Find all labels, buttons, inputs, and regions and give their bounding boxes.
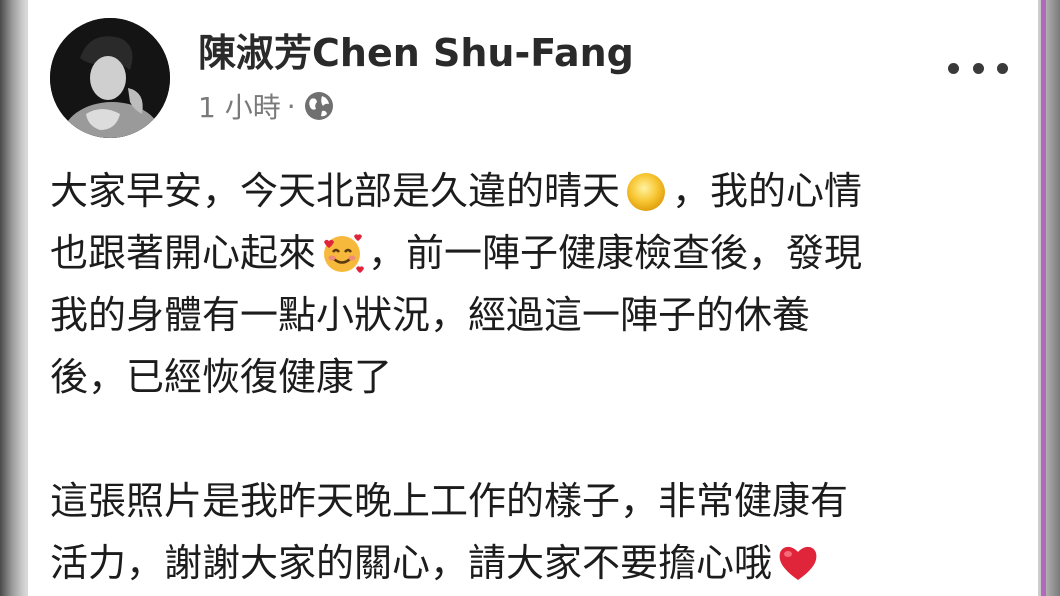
post-line: 活力，謝謝大家的關心，請大家不要擔心哦 (50, 532, 1020, 594)
sun-emoji (622, 166, 670, 214)
avatar[interactable] (50, 18, 170, 138)
video-frame: 陳淑芳Chen Shu-Fang 1 小時 · 大家早安，今天北部是久違的晴天 ，… (0, 0, 1060, 596)
red-heart-emoji (774, 538, 822, 586)
frame-edge (1041, 0, 1046, 596)
more-options-icon[interactable] (948, 50, 1008, 86)
meta-separator: · (286, 89, 296, 123)
post-timestamp[interactable]: 1 小時 (198, 86, 281, 126)
post-text: 大家早安，今天北部是久違的晴天 ，我的心情 也跟著開心起來 ，前一陣子健康檢查後，發… (50, 160, 1020, 594)
more-dot (948, 62, 959, 74)
post-text-segment: 活力，謝謝大家的關心，請大家不要擔心哦 (50, 541, 773, 585)
post-line: 也跟著開心起來 ，前一陣子健康檢查後，發現 (50, 222, 1020, 284)
post-line: 這張照片是我昨天晚上工作的樣子，非常健康有 (50, 479, 849, 523)
post-author-name[interactable]: 陳淑芳Chen Shu-Fang (198, 22, 634, 77)
post-text-segment: ，我的心情 (672, 169, 863, 213)
more-dot (997, 62, 1008, 74)
post-text-segment: 大家早安，今天北部是久違的晴天 (50, 169, 621, 213)
post-meta: 1 小時 · (198, 86, 336, 126)
post-line: 大家早安，今天北部是久違的晴天 ，我的心情 (50, 160, 1020, 222)
post-text-segment: ，前一陣子健康檢查後，發現 (368, 231, 863, 275)
more-dot (972, 62, 984, 74)
post-line: 我的身體有一點小狀況，經過這一陣子的休養 (50, 293, 811, 337)
post-line: 後，已經恢復健康了 (50, 355, 393, 399)
post-text-segment: 也跟著開心起來 (50, 231, 317, 275)
globe-icon[interactable] (302, 89, 336, 123)
smiling-face-with-hearts-emoji (318, 228, 366, 276)
